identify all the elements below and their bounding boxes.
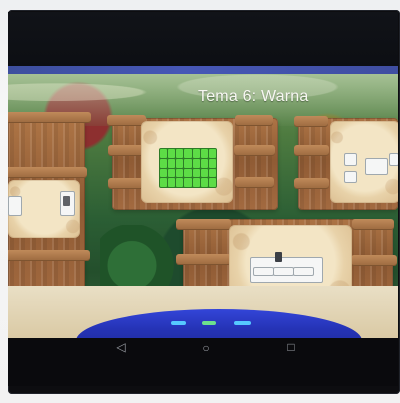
green-tile-plank-bottom-right bbox=[235, 177, 274, 188]
bottom-tile-figure bbox=[275, 252, 282, 262]
bottom-tile-plank-top-right bbox=[352, 219, 394, 230]
recent-apps-icon[interactable]: □ bbox=[284, 340, 298, 354]
green-grid-puzzle bbox=[159, 148, 217, 188]
picture-tile-image-4 bbox=[389, 153, 398, 166]
left-tile-plank-top bbox=[8, 112, 91, 123]
top-dark-bar bbox=[8, 12, 398, 70]
picture-tile-image-3 bbox=[344, 171, 357, 183]
bottom-answer-3 bbox=[293, 267, 314, 276]
screen-title: Tema 6: Warna bbox=[198, 88, 309, 105]
picture-tile-image-1 bbox=[344, 153, 357, 166]
left-cyan-indicator bbox=[171, 321, 186, 325]
back-triangle-icon[interactable]: ◁ bbox=[114, 340, 128, 354]
green-tile-plank-bottom-left bbox=[108, 178, 145, 189]
green-tile-plank-top-left bbox=[107, 115, 146, 126]
picture-tile-plank-bottom bbox=[294, 178, 329, 189]
green-tile-plank-top-right bbox=[235, 115, 273, 126]
bottom-answer-2 bbox=[273, 267, 294, 276]
left-tile-picture-card bbox=[8, 196, 22, 216]
home-icon[interactable]: ○ bbox=[199, 341, 213, 355]
picture-tile-plank-top bbox=[294, 116, 328, 127]
bottom-answer-1 bbox=[253, 267, 274, 276]
left-tile-plank-bottom bbox=[8, 250, 90, 261]
picture-tile-plank-middle bbox=[294, 145, 329, 156]
bottom-tile-plank-mid-left bbox=[176, 254, 231, 265]
right-cyan-indicator bbox=[234, 321, 251, 325]
left-tile-figure bbox=[63, 196, 70, 206]
bottom-tile-plank-top-left bbox=[176, 219, 231, 230]
bottom-tile-plank-mid-right bbox=[351, 255, 397, 266]
picture-tile-image-2 bbox=[365, 158, 388, 175]
center-green-indicator bbox=[202, 321, 216, 325]
left-tile-plank-middle bbox=[8, 167, 87, 178]
green-tile-plank-mid-right bbox=[234, 145, 275, 156]
